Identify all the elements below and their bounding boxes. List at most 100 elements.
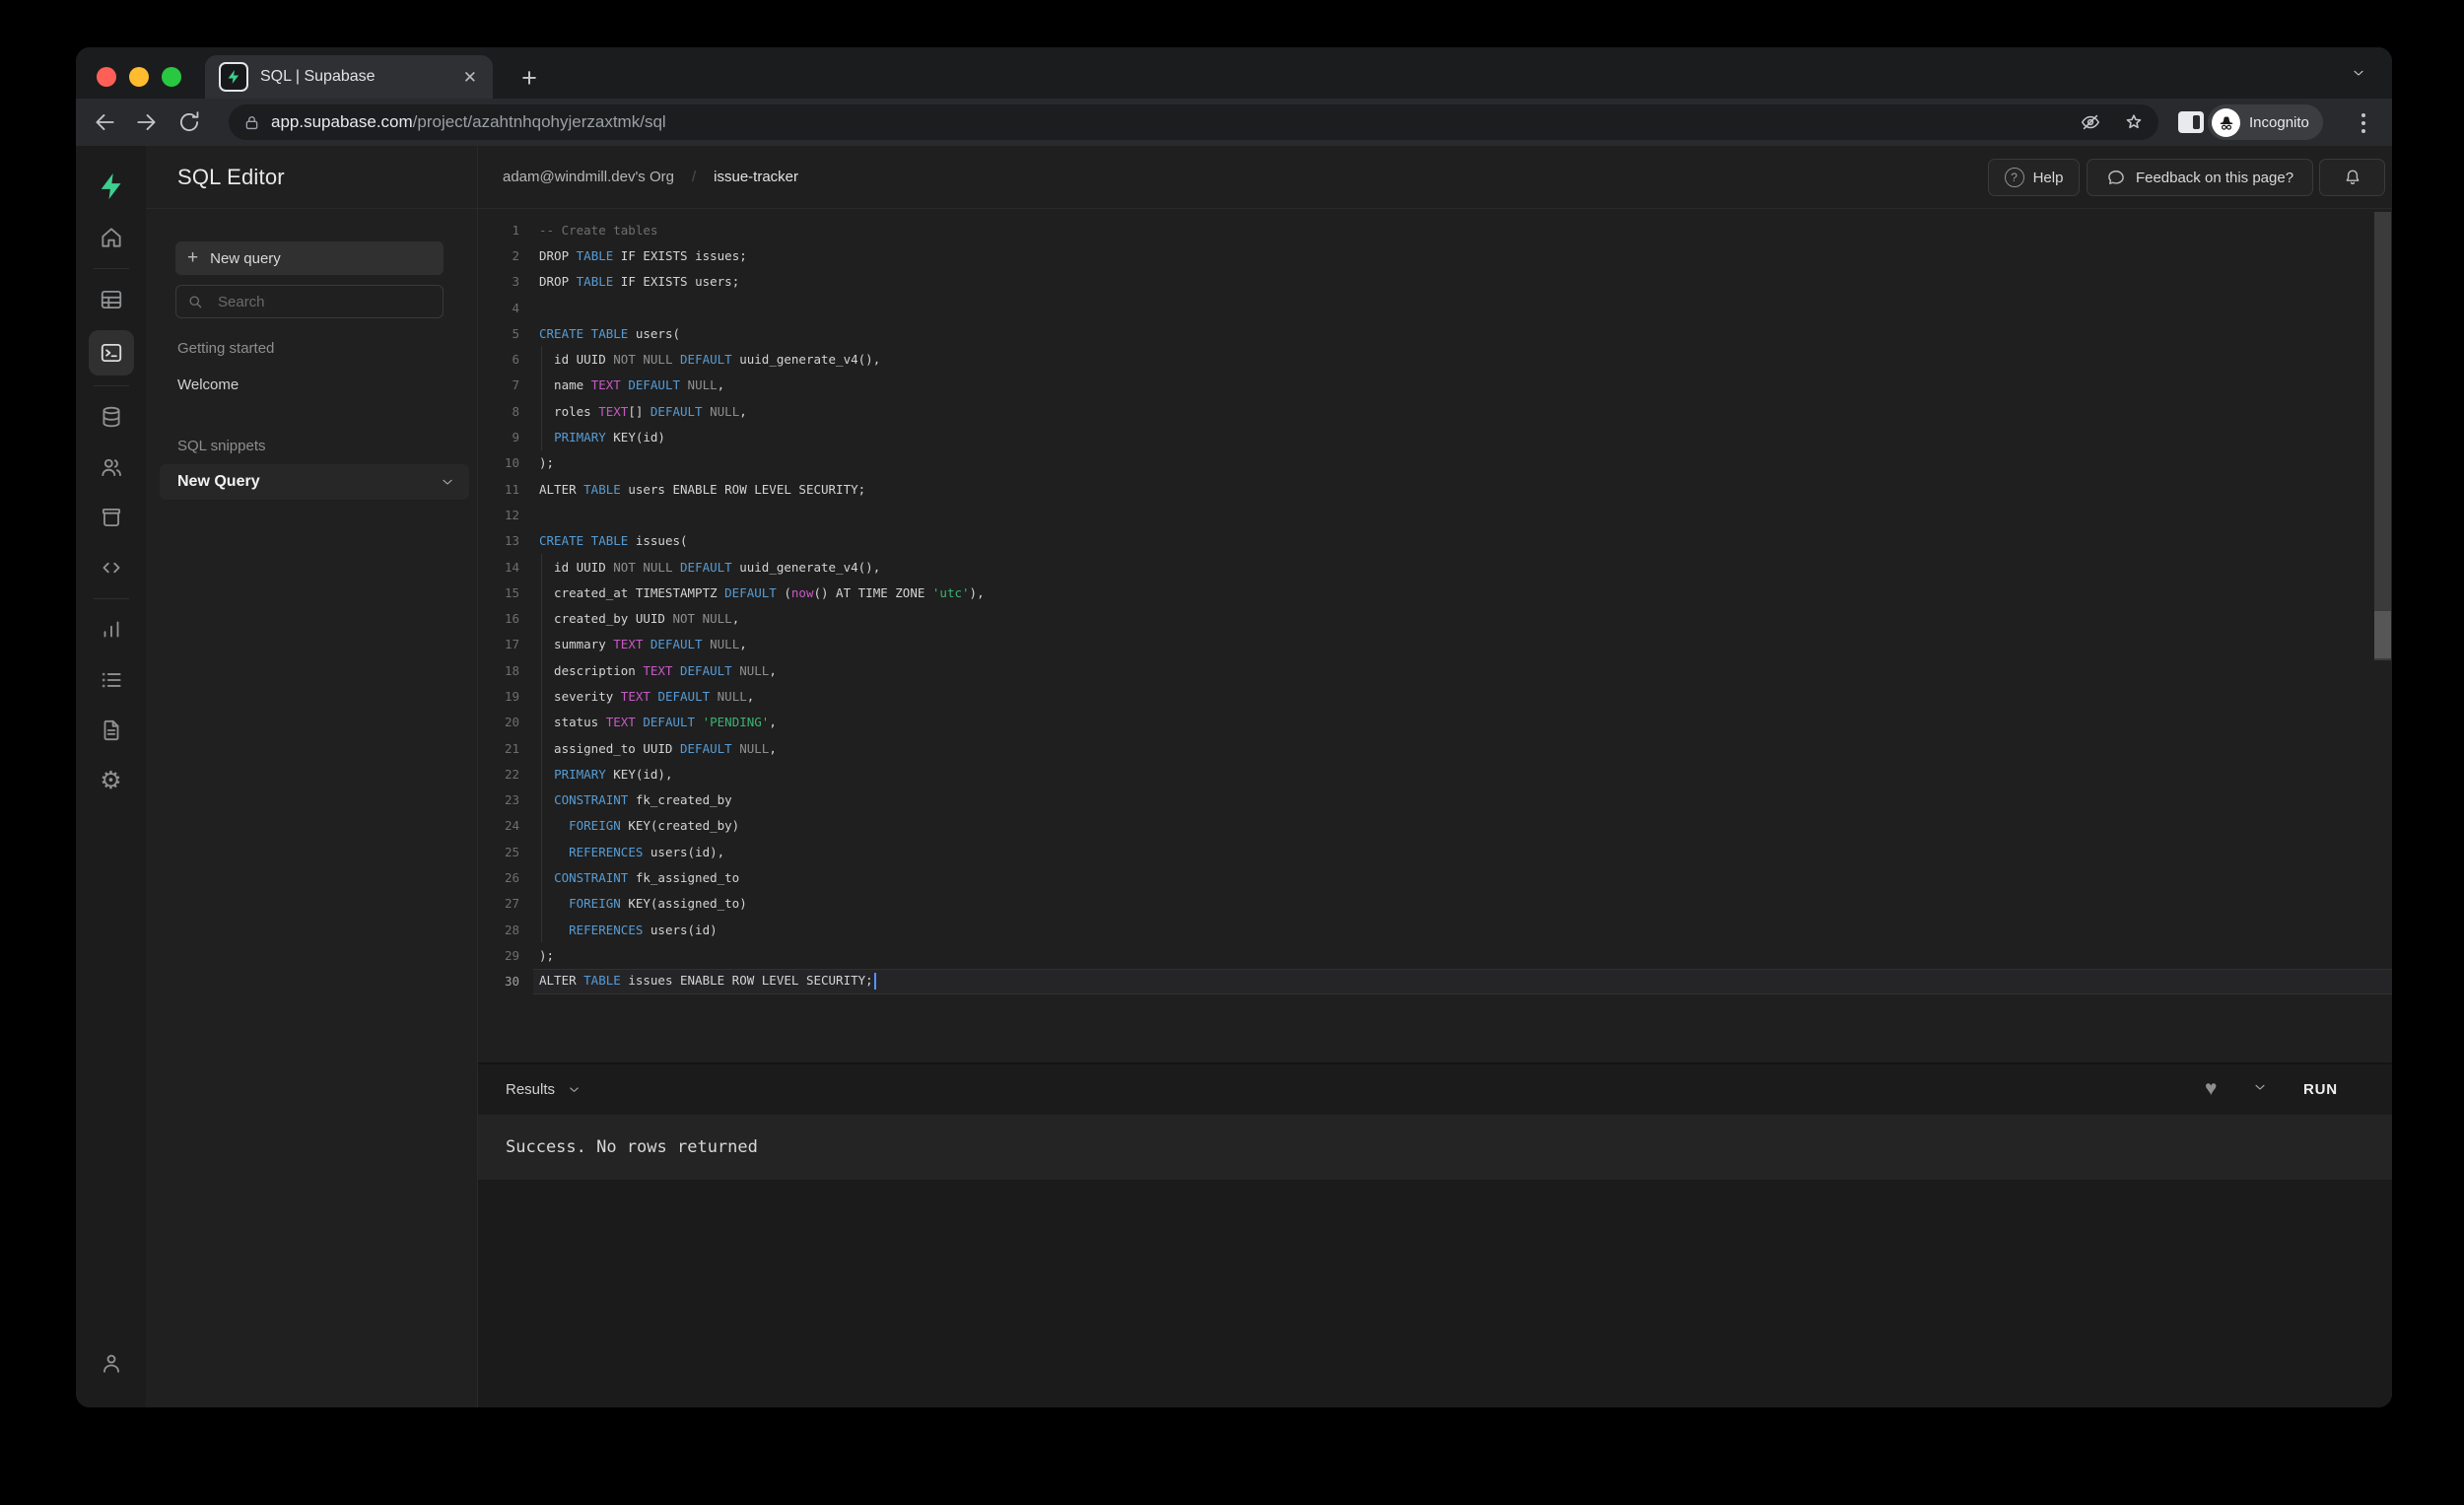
main-header: adam@windmill.dev's Org / issue-tracker … xyxy=(478,146,2392,209)
code-line-27[interactable]: 27 FOREIGN KEY(assigned_to) xyxy=(478,891,2392,917)
code-line-5[interactable]: 5CREATE TABLE users( xyxy=(478,320,2392,346)
window-minimize-button[interactable] xyxy=(129,67,149,87)
nav-item-docs[interactable] xyxy=(92,711,131,750)
nav-item-database[interactable] xyxy=(92,397,131,437)
forward-icon[interactable] xyxy=(134,109,160,135)
code-line-26[interactable]: 26 CONSTRAINT fk_assigned_to xyxy=(478,864,2392,890)
code-line-3[interactable]: 3DROP TABLE IF EXISTS users; xyxy=(478,269,2392,295)
nav-item-auth[interactable] xyxy=(92,447,131,487)
code-line-21[interactable]: 21 assigned_to UUID DEFAULT NULL, xyxy=(478,735,2392,761)
nav-item-home[interactable] xyxy=(92,218,131,257)
lock-icon xyxy=(242,113,261,132)
tab-close-icon[interactable]: ✕ xyxy=(461,67,479,88)
sql-code-editor[interactable]: 1-- Create tables2DROP TABLE IF EXISTS i… xyxy=(478,208,2392,1064)
sidebar-item-welcome[interactable]: Welcome xyxy=(160,367,469,402)
eye-off-icon[interactable] xyxy=(2080,111,2101,133)
code-line-14[interactable]: 14 id UUID NOT NULL DEFAULT uuid_generat… xyxy=(478,554,2392,580)
code-text: CREATE TABLE issues( xyxy=(539,533,688,548)
window-maximize-button[interactable] xyxy=(162,67,181,87)
code-line-17[interactable]: 17 summary TEXT DEFAULT NULL, xyxy=(478,632,2392,657)
user-icon[interactable] xyxy=(92,1343,131,1383)
notifications-button[interactable] xyxy=(2319,159,2385,196)
nav-item-functions[interactable] xyxy=(92,548,131,587)
address-bar[interactable]: app.supabase.com/project/azahtnhqohyjerz… xyxy=(229,104,2158,140)
code-line-22[interactable]: 22 PRIMARY KEY(id), xyxy=(478,761,2392,787)
nav-item-reports[interactable] xyxy=(92,610,131,650)
query-status-message: Success. No rows returned xyxy=(506,1137,758,1157)
page-title: SQL Editor xyxy=(177,165,285,190)
code-line-6[interactable]: 6 id UUID NOT NULL DEFAULT uuid_generate… xyxy=(478,346,2392,372)
snippet-sections: Getting startedWelcomeSQL snippetsNew Qu… xyxy=(146,340,477,500)
code-text: id UUID NOT NULL DEFAULT uuid_generate_v… xyxy=(539,560,880,575)
window-close-button[interactable] xyxy=(97,67,116,87)
results-panel: Success. No rows returned xyxy=(478,1115,2392,1180)
bookmark-star-icon[interactable] xyxy=(2123,111,2145,133)
supabase-bolt-icon xyxy=(219,62,248,92)
breadcrumb-project[interactable]: issue-tracker xyxy=(714,169,798,185)
run-options-chevron-icon[interactable] xyxy=(2252,1079,2268,1095)
results-dropdown[interactable]: Results xyxy=(506,1064,582,1115)
code-line-16[interactable]: 16 created_by UUID NOT NULL, xyxy=(478,605,2392,631)
breadcrumb-org[interactable]: adam@windmill.dev's Org xyxy=(503,169,674,185)
new-tab-button[interactable]: + xyxy=(513,61,546,95)
sidebar-section: SQL snippetsNew Query xyxy=(146,438,477,500)
back-icon[interactable] xyxy=(92,109,117,135)
code-line-19[interactable]: 19 severity TEXT DEFAULT NULL, xyxy=(478,683,2392,709)
code-line-8[interactable]: 8 roles TEXT[] DEFAULT NULL, xyxy=(478,398,2392,424)
code-text: CONSTRAINT fk_assigned_to xyxy=(539,870,739,885)
code-line-13[interactable]: 13 CREATE TABLE issues( xyxy=(478,528,2392,554)
reload-icon[interactable] xyxy=(176,109,202,135)
nav-item-logs[interactable] xyxy=(92,660,131,700)
feedback-button[interactable]: Feedback on this page? xyxy=(2087,159,2313,196)
code-line-9[interactable]: 9 PRIMARY KEY(id) xyxy=(478,424,2392,449)
kebab-menu-icon[interactable] xyxy=(2359,111,2368,135)
code-line-23[interactable]: 23 CONSTRAINT fk_created_by xyxy=(478,787,2392,813)
nav-item-storage[interactable] xyxy=(92,498,131,537)
line-number: 25 xyxy=(478,845,519,859)
supabase-app: ⚙ SQL Editor + New query Getting started… xyxy=(76,146,2392,1407)
code-line-20[interactable]: 20 status TEXT DEFAULT 'PENDING', xyxy=(478,710,2392,735)
browser-tab[interactable]: SQL | Supabase ✕ xyxy=(205,55,493,99)
new-query-button[interactable]: + New query xyxy=(175,241,444,275)
code-line-15[interactable]: 15 created_at TIMESTAMPTZ DEFAULT (now()… xyxy=(478,580,2392,605)
sql-editor-icon xyxy=(99,340,124,366)
code-line-1[interactable]: 1-- Create tables xyxy=(478,217,2392,242)
code-line-12[interactable]: 12 xyxy=(478,502,2392,527)
code-line-24[interactable]: 24 FOREIGN KEY(created_by) xyxy=(478,813,2392,839)
code-line-18[interactable]: 18 description TEXT DEFAULT NULL, xyxy=(478,657,2392,683)
account-rail-section xyxy=(76,1333,146,1394)
nav-item-sql-editor[interactable] xyxy=(89,330,134,376)
code-line-29[interactable]: 29); xyxy=(478,942,2392,968)
line-number: 13 xyxy=(478,533,519,548)
code-line-25[interactable]: 25 REFERENCES users(id), xyxy=(478,839,2392,864)
code-line-11[interactable]: 11ALTER TABLE users ENABLE ROW LEVEL SEC… xyxy=(478,476,2392,502)
side-panel-icon[interactable] xyxy=(2178,111,2204,133)
heart-icon[interactable]: ♥ xyxy=(2205,1076,2217,1102)
code-line-28[interactable]: 28 REFERENCES users(id) xyxy=(478,917,2392,942)
sidebar-item-label: New Query xyxy=(177,473,260,491)
incognito-label: Incognito xyxy=(2249,114,2309,131)
code-text: CREATE TABLE users( xyxy=(539,326,680,341)
line-number: 9 xyxy=(478,430,519,445)
breadcrumb: adam@windmill.dev's Org / issue-tracker xyxy=(503,146,798,208)
code-line-4[interactable]: 4 xyxy=(478,295,2392,320)
editor-scrollbar[interactable] xyxy=(2374,212,2391,660)
incognito-badge: Incognito xyxy=(2208,104,2323,140)
code-line-2[interactable]: 2DROP TABLE IF EXISTS issues; xyxy=(478,242,2392,268)
code-line-10[interactable]: 10); xyxy=(478,450,2392,476)
code-line-7[interactable]: 7 name TEXT DEFAULT NULL, xyxy=(478,373,2392,398)
breadcrumb-separator: / xyxy=(692,169,696,185)
code-line-30[interactable]: 30ALTER TABLE issues ENABLE ROW LEVEL SE… xyxy=(478,969,2392,994)
nav-item-settings[interactable]: ⚙ xyxy=(92,761,131,800)
line-number: 8 xyxy=(478,404,519,419)
supabase-logo-icon[interactable] xyxy=(97,171,126,201)
run-button[interactable]: RUN xyxy=(2303,1064,2338,1115)
nav-item-table-editor[interactable] xyxy=(92,280,131,319)
sidebar-item-new-query[interactable]: New Query xyxy=(160,464,469,500)
search-input[interactable] xyxy=(216,293,433,311)
line-number: 20 xyxy=(478,715,519,729)
help-button[interactable]: ? Help xyxy=(1988,159,2080,196)
editor-scrollbar-thumb[interactable] xyxy=(2374,611,2391,658)
tab-search-chevron-icon[interactable] xyxy=(2351,65,2366,81)
line-number: 27 xyxy=(478,896,519,911)
